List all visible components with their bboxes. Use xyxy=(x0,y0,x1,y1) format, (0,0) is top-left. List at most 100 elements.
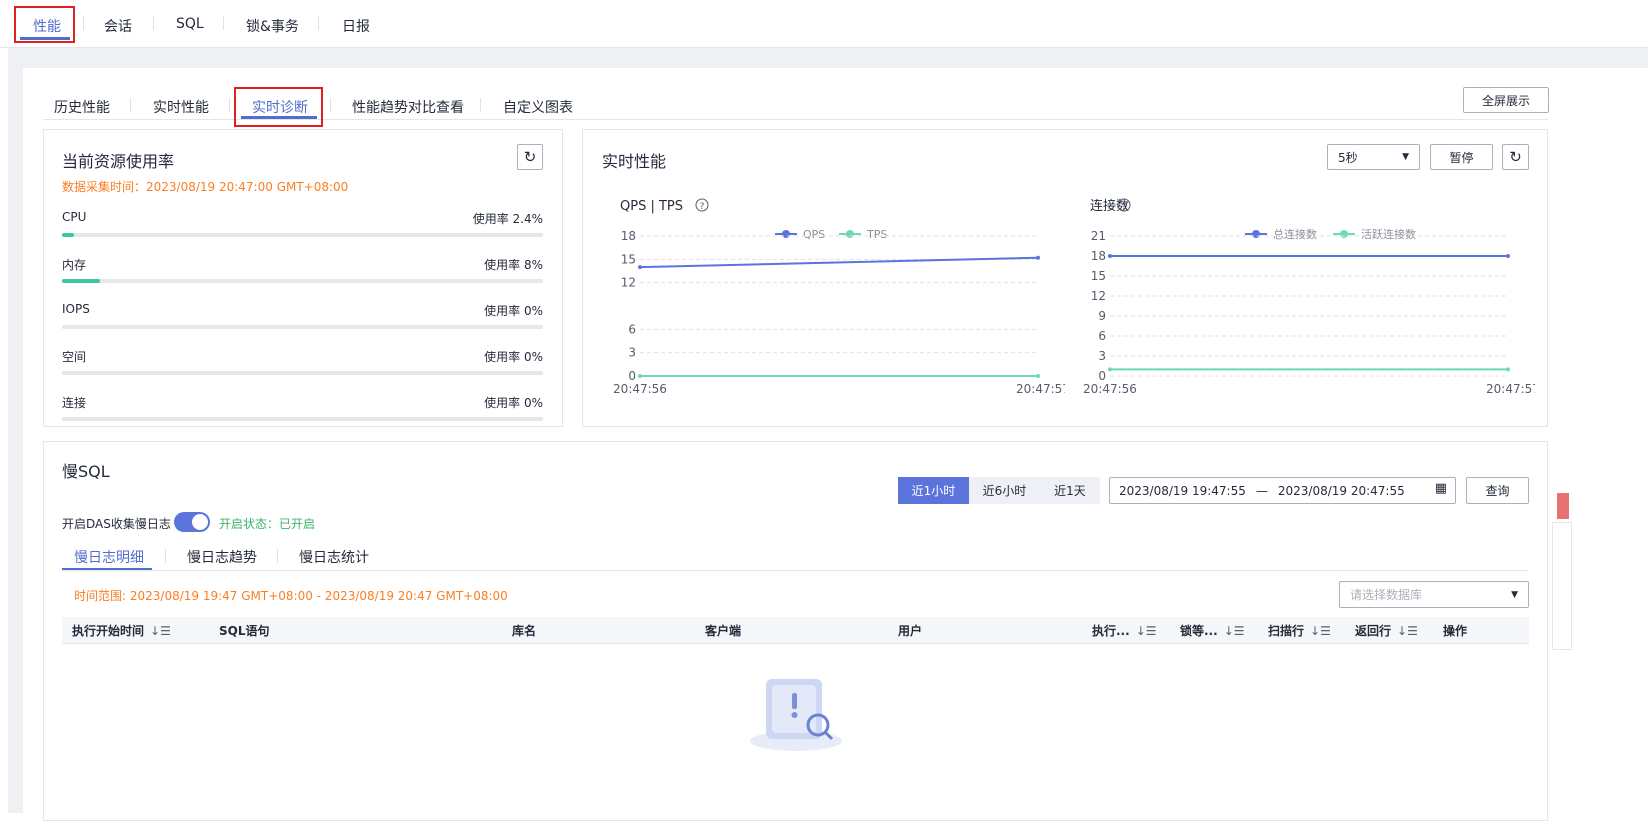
data-point xyxy=(638,265,642,270)
interval-select[interactable]: 5秒 ▼ xyxy=(1327,144,1420,170)
range-1d-button[interactable]: 近1天 xyxy=(1040,477,1100,504)
legend-marker xyxy=(1340,230,1348,238)
tab-sql[interactable]: SQL xyxy=(176,16,204,32)
y-tick-label: 15 xyxy=(621,252,636,266)
date-range-picker[interactable]: 2023/08/19 19:47:55 — 2023/08/19 20:47:5… xyxy=(1109,477,1456,504)
tab-slow-log-trend[interactable]: 慢日志趋势 xyxy=(187,547,257,567)
realtime-performance-title: 实时性能 xyxy=(602,152,667,171)
fullscreen-button[interactable]: 全屏展示 xyxy=(1463,87,1549,113)
col-client: 客户端 xyxy=(705,624,742,638)
pause-button[interactable]: 暂停 xyxy=(1430,144,1493,170)
x-tick-label: 20:47:56 xyxy=(613,382,667,396)
legend-marker xyxy=(1252,230,1260,238)
resource-usage-value: 使用率 0% xyxy=(484,304,543,318)
database-select[interactable]: 请选择数据库 ▼ xyxy=(1339,581,1529,608)
y-tick-label: 18 xyxy=(1091,249,1106,263)
resource-label: 连接 xyxy=(62,396,87,410)
tab-divider xyxy=(277,549,278,563)
col-rows-scanned[interactable]: 扫描行 ↓☰ xyxy=(1268,622,1331,639)
col-sql: SQL语句 xyxy=(219,624,270,638)
help-icon-glyph: ? xyxy=(700,202,705,212)
top-tab-bar: 性能 会话 SQL 锁&事务 日报 xyxy=(0,0,1648,48)
caret-down-icon: ▼ xyxy=(1511,589,1518,600)
data-point xyxy=(638,374,642,378)
sort-icon[interactable]: ↓☰ xyxy=(1136,624,1157,638)
highlight-box-top-tab xyxy=(14,6,75,43)
resource-usage-value: 使用率 2.4% xyxy=(472,212,543,226)
y-tick-label: 18 xyxy=(621,229,636,243)
tab-slow-log-detail[interactable]: 慢日志明细 xyxy=(74,547,144,567)
floating-toolbar[interactable] xyxy=(1552,522,1572,650)
data-point xyxy=(1036,374,1040,378)
col-lock-wait[interactable]: 锁等... ↓☰ xyxy=(1180,622,1245,639)
data-point xyxy=(1108,367,1112,372)
tab-divider xyxy=(153,16,154,30)
usage-bar xyxy=(62,417,543,421)
column-label: 执行... xyxy=(1092,624,1130,638)
caret-down-icon: ▼ xyxy=(1402,152,1409,162)
subtab-custom-charts[interactable]: 自定义图表 xyxy=(503,97,573,117)
database-placeholder: 请选择数据库 xyxy=(1350,588,1423,602)
das-label: 开启DAS收集慢日志 xyxy=(62,517,171,531)
tab-sessions[interactable]: 会话 xyxy=(104,16,132,36)
col-exec-time[interactable]: 执行... ↓☰ xyxy=(1092,622,1157,639)
collect-time: 数据采集时间：2023/08/19 20:47:00 GMT+08:00 xyxy=(62,180,349,194)
usage-bar xyxy=(62,233,543,237)
floating-feedback-button[interactable] xyxy=(1557,493,1569,519)
column-label: 扫描行 xyxy=(1268,624,1305,638)
y-tick-label: 21 xyxy=(1091,229,1106,243)
resource-label: 内存 xyxy=(62,258,87,272)
sort-icon[interactable]: ↓☰ xyxy=(150,624,171,638)
date-start: 2023/08/19 19:47:55 xyxy=(1119,483,1246,498)
sort-icon[interactable]: ↓☰ xyxy=(1224,624,1245,638)
range-6h-button[interactable]: 近6小时 xyxy=(969,477,1040,504)
legend-label: TPS xyxy=(866,228,887,241)
y-tick-label: 3 xyxy=(628,346,636,360)
subtab-history-performance[interactable]: 历史性能 xyxy=(54,97,110,117)
calendar-icon: ▦ xyxy=(1434,481,1447,496)
resource-usage-value: 使用率 0% xyxy=(484,396,543,410)
das-toggle[interactable] xyxy=(174,512,210,532)
subtab-realtime-performance[interactable]: 实时性能 xyxy=(153,97,209,117)
usage-bar xyxy=(62,279,543,283)
y-tick-label: 12 xyxy=(621,276,636,290)
das-status: 开启状态：已开启 xyxy=(219,517,316,531)
refresh-icon: ↻ xyxy=(523,148,537,166)
range-1h-button[interactable]: 近1小时 xyxy=(898,477,969,504)
col-rows-returned[interactable]: 返回行 ↓☰ xyxy=(1355,622,1418,639)
x-tick-label: 20:47:57 xyxy=(1486,382,1535,396)
tab-daily-report[interactable]: 日报 xyxy=(342,16,370,36)
y-tick-label: 0 xyxy=(628,369,636,383)
column-label: 执行开始时间 xyxy=(72,624,145,638)
tab-divider xyxy=(229,98,230,112)
sort-icon[interactable]: ↓☰ xyxy=(1397,624,1418,638)
sort-icon[interactable]: ↓☰ xyxy=(1310,624,1331,638)
y-tick-label: 12 xyxy=(1091,289,1106,303)
usage-bar xyxy=(62,371,543,375)
help-icon-glyph: ? xyxy=(1122,202,1127,212)
subtab-trend-compare[interactable]: 性能趋势对比查看 xyxy=(352,97,464,117)
data-point xyxy=(1506,367,1510,372)
tab-divider xyxy=(165,549,166,563)
connections-chart: 连接数?总连接数 活跃连接数03691215182120:47:56 20:47:5… xyxy=(1083,198,1535,396)
tab-divider xyxy=(223,16,224,30)
refresh-button[interactable]: ↻ xyxy=(517,144,543,170)
tab-locks-transactions[interactable]: 锁&事务 xyxy=(246,16,299,36)
empty-data-icon xyxy=(750,679,842,751)
x-tick-label: 20:47:56 xyxy=(1083,382,1137,396)
col-start-time[interactable]: 执行开始时间 ↓☰ xyxy=(72,622,171,639)
tab-baseline xyxy=(62,570,1529,571)
y-tick-label: 3 xyxy=(1098,349,1106,363)
y-tick-label: 15 xyxy=(1091,269,1106,283)
query-button[interactable]: 查询 xyxy=(1466,477,1529,504)
refresh-realtime-button[interactable]: ↻ xyxy=(1502,144,1529,170)
legend-label: 活跃连接数 xyxy=(1361,227,1416,241)
col-user: 用户 xyxy=(898,624,923,638)
date-end: 2023/08/19 20:47:55 xyxy=(1277,483,1405,498)
chart-title: QPS | TPS xyxy=(620,199,683,214)
y-tick-label: 0 xyxy=(1098,369,1106,383)
tab-slow-log-stats[interactable]: 慢日志统计 xyxy=(299,547,369,567)
refresh-icon: ↻ xyxy=(1509,148,1522,166)
data-point xyxy=(1108,254,1112,258)
legend-marker xyxy=(846,230,854,238)
